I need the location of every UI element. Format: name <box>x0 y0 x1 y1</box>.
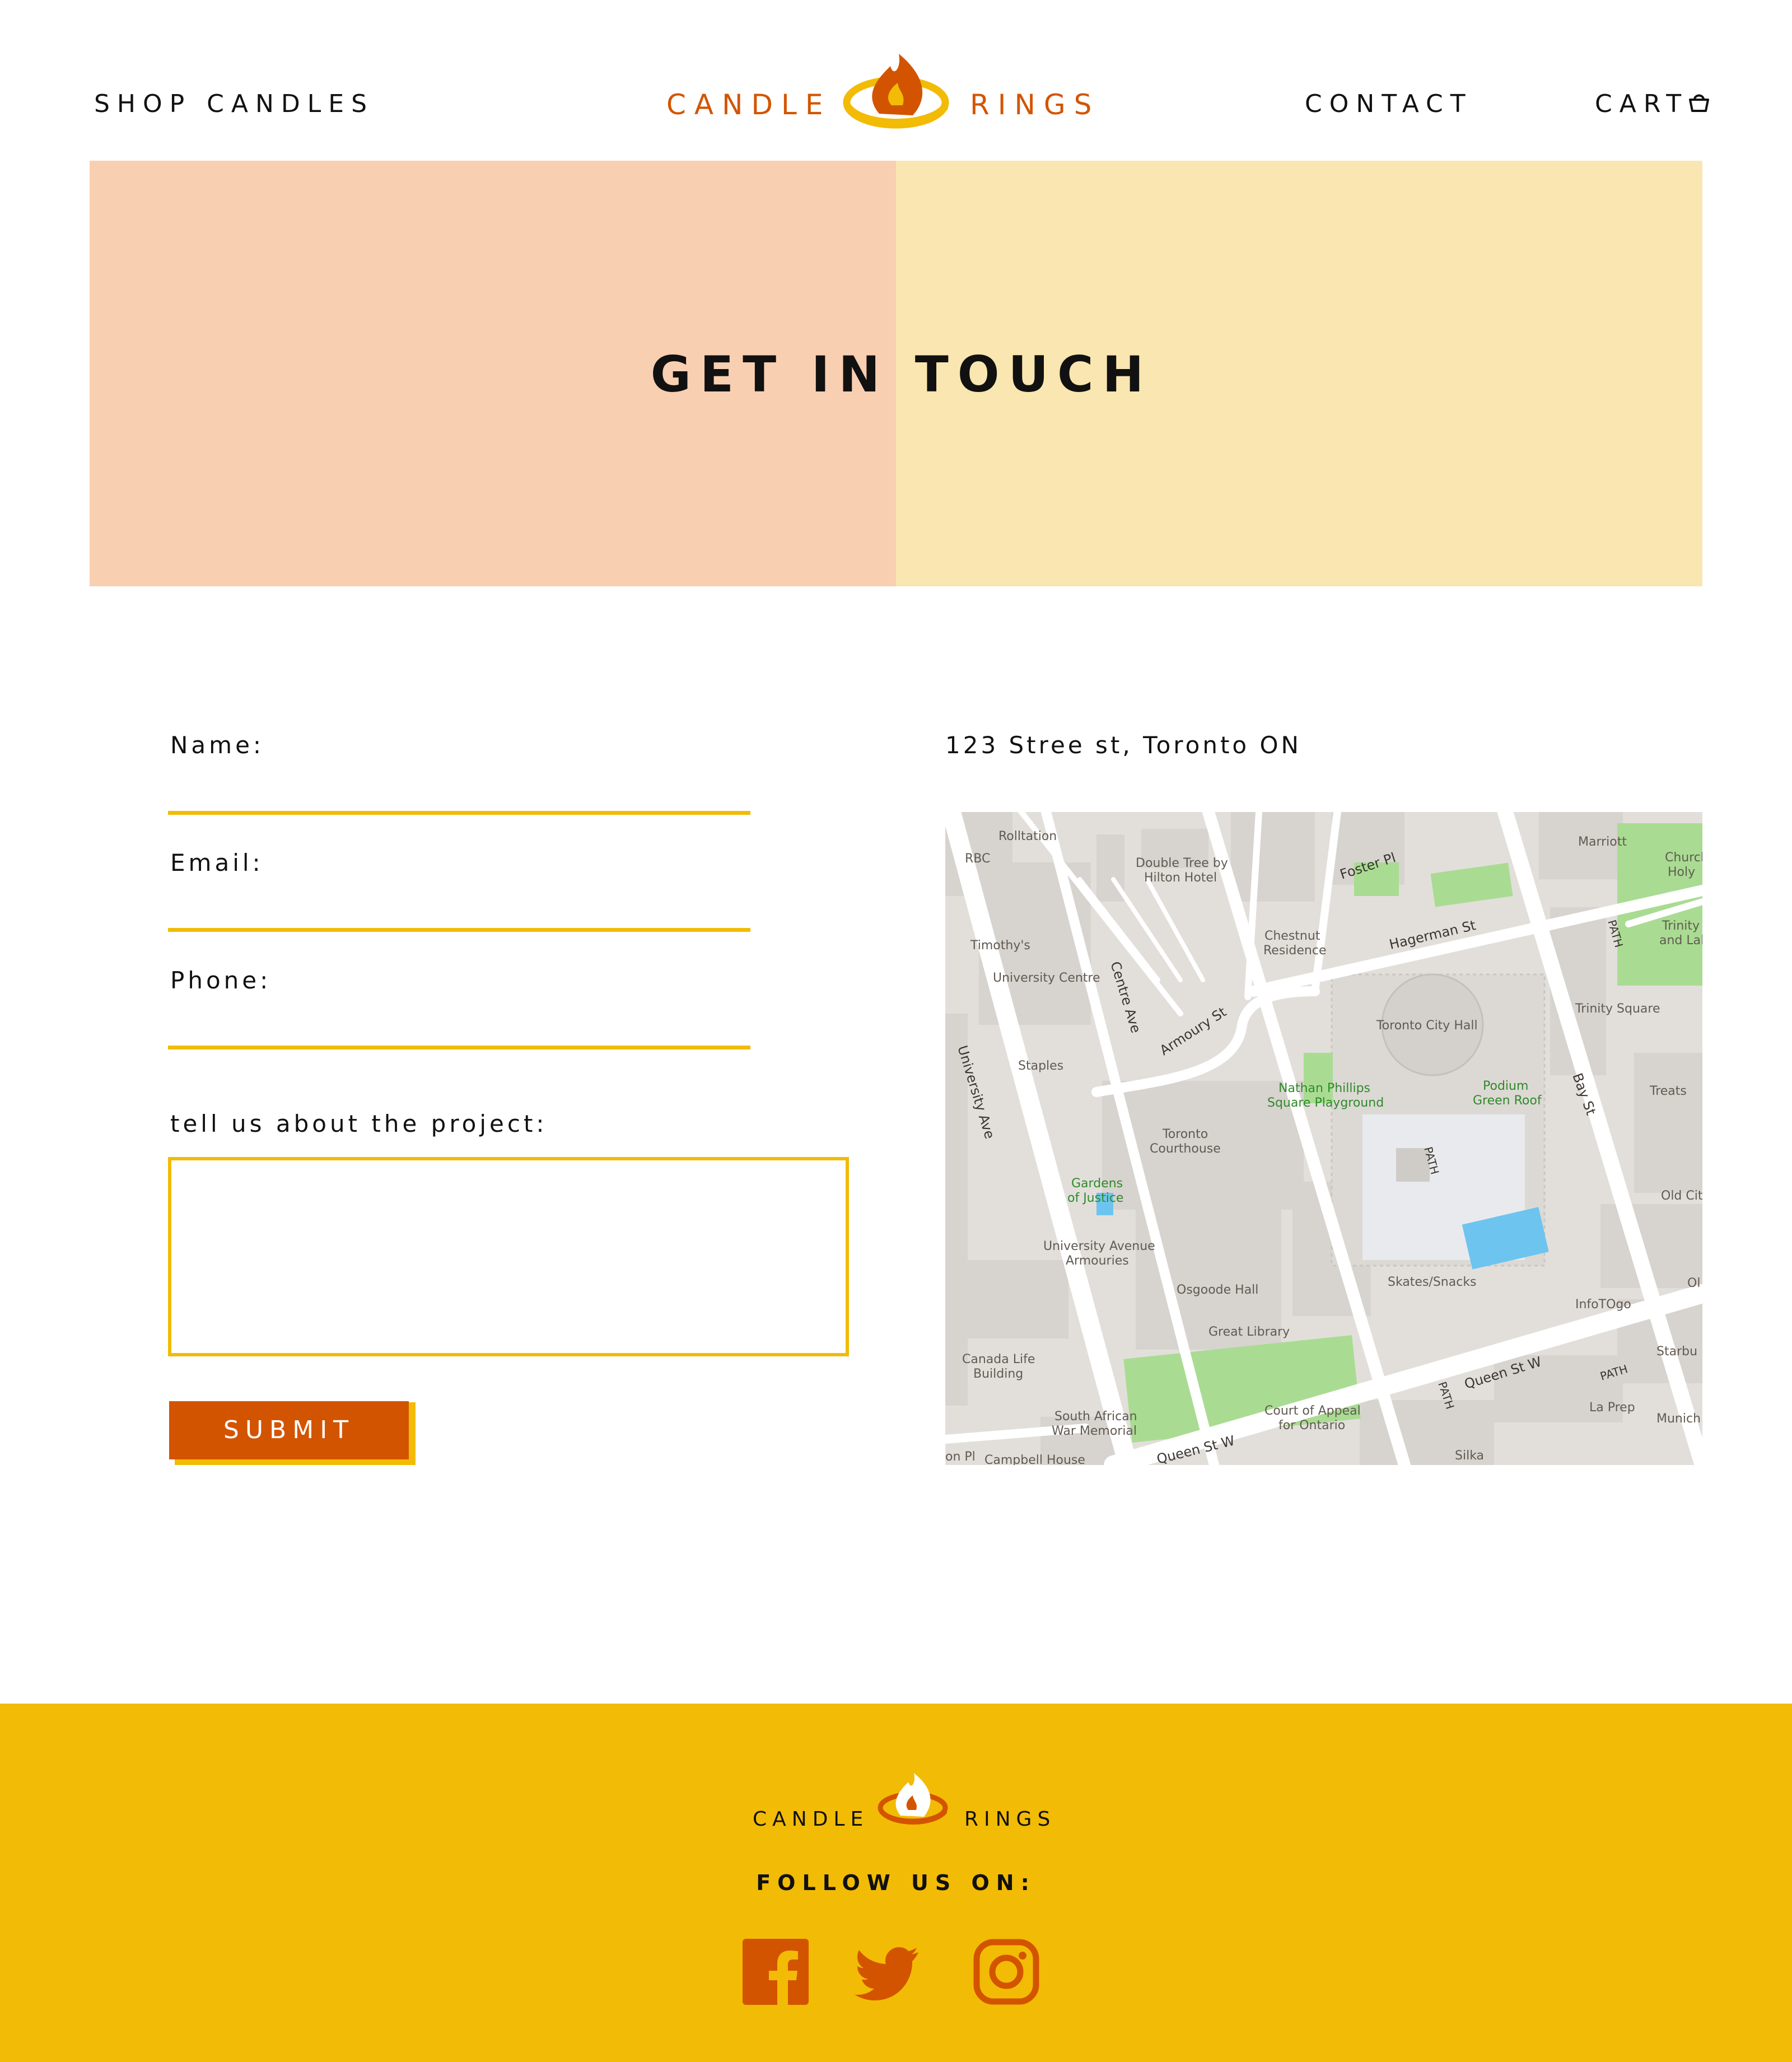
basket-icon <box>1689 94 1710 112</box>
email-label: Email: <box>170 849 264 876</box>
map-label: Toronto City Hall <box>1376 1019 1478 1033</box>
follow-us-label: FOLLOW US ON: <box>756 1870 1036 1895</box>
facebook-icon[interactable] <box>743 1939 809 2005</box>
map-label: Gardens <box>1071 1177 1123 1191</box>
map-label: Green Roof <box>1473 1094 1542 1108</box>
nav-shop-candles[interactable]: SHOP CANDLES <box>94 90 374 118</box>
map-label: University Avenue <box>1043 1239 1155 1253</box>
map-label: for Ontario <box>1278 1419 1345 1433</box>
map-label: University Centre <box>993 971 1100 985</box>
map-label: Osgoode Hall <box>1177 1283 1258 1297</box>
name-field[interactable] <box>168 811 750 815</box>
map-label: on Pl <box>945 1450 976 1464</box>
map-label: Church <box>1665 851 1702 865</box>
footer-logo-word-right: RINGS <box>964 1808 1056 1831</box>
map-label: La Prep <box>1589 1401 1635 1415</box>
map-label: Court of Appeal <box>1264 1404 1361 1418</box>
map-label: Toronto <box>1162 1127 1208 1141</box>
cart-label: CART <box>1595 90 1689 118</box>
map-label: Armoury St <box>1157 1004 1229 1058</box>
map-label: and Labyrinth <box>1659 934 1702 948</box>
map-label: Treats <box>1649 1084 1687 1098</box>
map-label: of Justice <box>1067 1191 1123 1205</box>
project-label: tell us about the project: <box>170 1110 548 1137</box>
nav-cart[interactable]: CART <box>1595 90 1710 118</box>
map-label: War Memorial <box>1052 1424 1137 1438</box>
site-header: SHOP CANDLES CANDLE RINGS CONTACT CART <box>0 0 1792 161</box>
flame-ring-icon <box>878 1773 948 1825</box>
map-label: Silka <box>1455 1449 1484 1463</box>
map-label: Trinity Square <box>1575 1002 1660 1016</box>
map-label: Courthouse <box>1150 1142 1221 1156</box>
twitter-icon[interactable] <box>853 1939 920 2005</box>
map-label: Campbell House <box>984 1453 1085 1465</box>
site-footer: CANDLE RINGS FOLLOW US ON: <box>0 1704 1792 2062</box>
map-label: Timothy's <box>970 939 1030 953</box>
site-logo[interactable]: CANDLE RINGS <box>666 39 1092 140</box>
map-label: Hilton Hotel <box>1144 871 1217 885</box>
map-label: Skates/Snacks <box>1388 1275 1477 1289</box>
page-title: GET IN TOUCH <box>650 346 1153 403</box>
hero-banner: GET IN TOUCH <box>90 161 1702 586</box>
map-label: Canada Life <box>962 1352 1035 1366</box>
map-label: Chestnut <box>1264 929 1320 943</box>
flame-ring-icon <box>843 54 949 129</box>
map-label: Centre Ave <box>1107 960 1144 1035</box>
map-label: Holy <box>1668 865 1695 879</box>
map-label: Armouries <box>1066 1254 1129 1268</box>
nav-contact[interactable]: CONTACT <box>1305 90 1473 118</box>
map-label: Residence <box>1263 944 1326 958</box>
map-label: South African <box>1054 1410 1137 1424</box>
map-label: Old City <box>1661 1189 1702 1203</box>
logo-word-right: RINGS <box>970 88 1100 121</box>
name-label: Name: <box>170 731 265 759</box>
map-label: Starbu <box>1656 1345 1697 1359</box>
map-label: InfoTOgo <box>1575 1298 1631 1312</box>
map-label: Podium <box>1483 1079 1528 1093</box>
map-label: Great Library <box>1208 1325 1290 1339</box>
map-label: Ol <box>1687 1276 1700 1290</box>
map-label: Nathan Phillips <box>1278 1081 1370 1095</box>
phone-field[interactable] <box>168 1046 750 1049</box>
address-text: 123 Stree st, Toronto ON <box>945 731 1301 759</box>
map-label: Square Playground <box>1267 1096 1384 1110</box>
map-label: Marriott <box>1578 835 1627 849</box>
map-label: Building <box>973 1367 1023 1381</box>
map-label: Munich R <box>1656 1412 1702 1426</box>
map-label: Staples <box>1018 1059 1063 1073</box>
instagram-icon[interactable] <box>973 1939 1039 2005</box>
project-textarea[interactable] <box>168 1157 849 1356</box>
phone-label: Phone: <box>170 967 272 994</box>
map-label: Double Tree by <box>1136 856 1228 870</box>
location-map[interactable]: Rolltation RBC Double Tree by Hilton Hot… <box>945 812 1702 1465</box>
map-label: Trinity Park <box>1662 919 1702 933</box>
email-field[interactable] <box>168 928 750 932</box>
submit-button[interactable]: SUBMIT <box>169 1401 409 1459</box>
footer-logo-word-left: CANDLE <box>753 1808 869 1831</box>
logo-word-left: CANDLE <box>666 88 832 121</box>
map-label: Rolltation <box>998 829 1057 843</box>
map-label: RBC <box>965 852 990 866</box>
footer-logo[interactable]: CANDLE RINGS <box>750 1753 1053 1831</box>
